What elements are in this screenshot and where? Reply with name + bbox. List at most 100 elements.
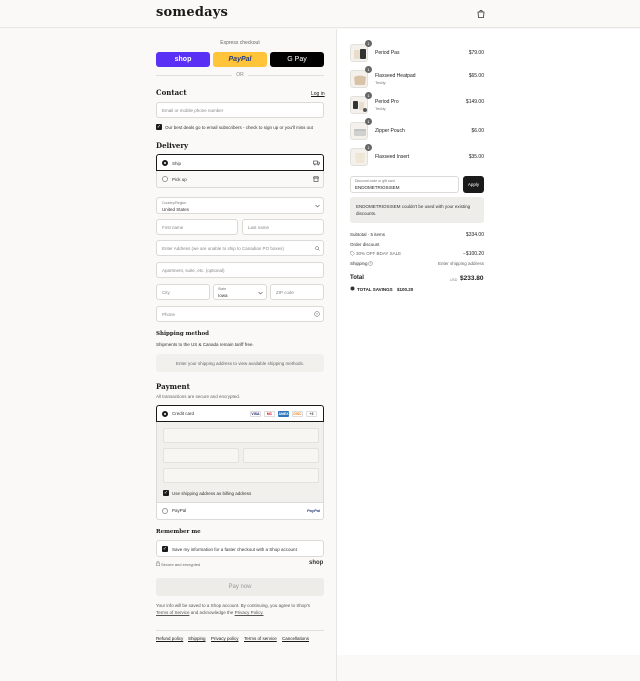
- delivery-heading: Delivery: [156, 141, 189, 150]
- pickup-option[interactable]: Pick up: [156, 171, 324, 188]
- phone-field[interactable]: Phone ?: [156, 306, 324, 322]
- ship-option[interactable]: Ship: [156, 154, 324, 171]
- svg-text:?: ?: [370, 262, 372, 266]
- pickup-label: Pick up: [172, 177, 187, 182]
- item-price: $149.00: [465, 99, 484, 105]
- item-name: Zipper Pouch: [375, 128, 405, 134]
- express-checkout-label: Express checkout: [220, 40, 260, 46]
- credit-card-label: Credit card: [172, 411, 195, 416]
- svg-text:?: ?: [316, 312, 318, 316]
- state-select[interactable]: State Iowa: [213, 284, 267, 300]
- shipping-method-heading: Shipping method: [156, 331, 209, 337]
- item-thumbnail: [350, 70, 368, 88]
- header: somedays: [0, 0, 640, 28]
- shipping-methods-placeholder: Enter your shipping address to view avai…: [156, 354, 324, 372]
- footer-link-privacy-policy[interactable]: Privacy policy: [211, 636, 239, 641]
- item-thumbnail: [350, 148, 368, 166]
- city-placeholder: City: [162, 290, 170, 295]
- paypal-option[interactable]: PayPal PayPal: [156, 503, 324, 520]
- last-name-placeholder: Last name: [248, 225, 270, 230]
- shipping-placeholder-text: Enter your shipping address to view avai…: [175, 361, 305, 366]
- paypal-button[interactable]: PayPal: [213, 52, 267, 67]
- shop-pay-button[interactable]: shop: [156, 52, 210, 67]
- item-price: $79.00: [468, 50, 484, 56]
- tag-icon: [350, 251, 355, 256]
- login-link[interactable]: Log in: [311, 91, 325, 97]
- brand-logo[interactable]: somedays: [156, 5, 228, 20]
- item-name: Flaxseed Heatpad: [375, 73, 416, 79]
- subtotal-label: Subtotal · 5 items: [350, 232, 386, 237]
- email-field[interactable]: Email or mobile phone number: [156, 102, 324, 118]
- payment-note: All transactions are secure and encrypte…: [156, 394, 241, 399]
- total-savings-label: TOTAL SAVINGS: [357, 287, 393, 292]
- state-value: Iowa: [218, 293, 228, 298]
- zip-field[interactable]: ZIP code: [270, 284, 324, 300]
- total-savings-value: $100.20: [397, 287, 414, 292]
- paypal-radio[interactable]: [162, 508, 168, 514]
- footer-divider: [156, 630, 324, 631]
- footer-link-terms-of-service[interactable]: Terms of service: [244, 636, 277, 641]
- google-pay-button[interactable]: G Pay: [270, 52, 324, 67]
- apply-discount-button[interactable]: Apply: [463, 176, 484, 193]
- quantity-badge: 1: [365, 66, 372, 73]
- quantity-badge: 1: [365, 40, 372, 47]
- card-name-field[interactable]: [163, 468, 319, 483]
- lock-icon: [156, 561, 160, 566]
- card-expiry-field[interactable]: [163, 448, 239, 463]
- billing-address-checkbox[interactable]: ✓: [163, 490, 169, 496]
- search-icon: [315, 246, 320, 251]
- ship-radio[interactable]: [162, 160, 168, 166]
- credit-card-option[interactable]: Credit card VISA MC AMEX DISC +3: [156, 405, 324, 422]
- discount-code-field[interactable]: Discount code or gift card ENDOMETRIOSIS…: [350, 176, 459, 193]
- item-price: $65.00: [468, 73, 484, 79]
- privacy-policy-link[interactable]: Privacy Policy.: [235, 610, 264, 615]
- first-name-field[interactable]: First name: [156, 219, 238, 235]
- subscribe-label: Our best deals go to email subscribers -…: [165, 125, 313, 130]
- quantity-badge: 1: [365, 118, 372, 125]
- item-price: $6.00: [471, 128, 484, 134]
- footer-link-cancellations[interactable]: Cancellations: [282, 636, 309, 641]
- terms-of-service-link[interactable]: Terms of Service: [156, 610, 190, 615]
- shop-logo: shop: [309, 560, 324, 566]
- phone-placeholder: Phone: [162, 312, 176, 317]
- billing-address-label: Use shipping address as billing address: [172, 491, 252, 496]
- footer-link-refund-policy[interactable]: Refund policy: [156, 636, 183, 641]
- subscribe-checkbox[interactable]: ✓: [156, 124, 162, 130]
- help-circle-icon[interactable]: ?: [368, 261, 373, 266]
- shipping-note: Shipments to the US & Canada remain tari…: [156, 342, 254, 347]
- pay-now-button[interactable]: Pay now: [156, 578, 324, 596]
- remember-me-option[interactable]: ✓ Save my information for a faster check…: [156, 540, 324, 557]
- discount-amount: −$100.20: [463, 251, 484, 257]
- shopping-bag-icon[interactable]: [477, 9, 485, 18]
- item-variant: Teddy: [375, 106, 386, 111]
- address-field[interactable]: Enter Address (we are unable to ship to …: [156, 240, 324, 256]
- card-cvc-field[interactable]: [243, 448, 319, 463]
- quantity-badge: 1: [365, 92, 372, 99]
- help-circle-icon[interactable]: ?: [314, 311, 320, 317]
- discount-code-value: ENDOMETRIOSISEM: [355, 185, 400, 190]
- last-name-field[interactable]: Last name: [242, 219, 324, 235]
- total-label: Total: [350, 275, 364, 281]
- shipping-value: Enter shipping address: [437, 261, 484, 266]
- truck-icon: [313, 160, 320, 166]
- currency-label: USD: [450, 278, 458, 282]
- legal-intro: Your info will be saved to a Shop accoun…: [156, 603, 311, 608]
- country-select[interactable]: Country/Region United States: [156, 197, 324, 214]
- apartment-field[interactable]: Apartment, suite, etc. (optional): [156, 262, 324, 278]
- card-number-field[interactable]: [163, 428, 319, 443]
- quantity-badge: 1: [365, 144, 372, 151]
- zip-placeholder: ZIP code: [276, 290, 294, 295]
- email-placeholder: Email or mobile phone number: [162, 108, 224, 113]
- visa-icon: VISA: [250, 411, 261, 417]
- apartment-placeholder: Apartment, suite, etc. (optional): [162, 268, 225, 273]
- item-thumbnail: [350, 44, 368, 62]
- subtotal-value: $334.00: [465, 232, 484, 238]
- pickup-radio[interactable]: [162, 176, 168, 182]
- city-field[interactable]: City: [156, 284, 210, 300]
- footer-link-shipping[interactable]: Shipping: [188, 636, 206, 641]
- card-details-panel: ✓ Use shipping address as billing addres…: [156, 422, 324, 503]
- credit-card-radio[interactable]: [162, 411, 168, 417]
- discover-icon: DISC: [292, 411, 303, 417]
- remember-me-checkbox[interactable]: ✓: [162, 546, 168, 552]
- store-icon: [313, 176, 319, 182]
